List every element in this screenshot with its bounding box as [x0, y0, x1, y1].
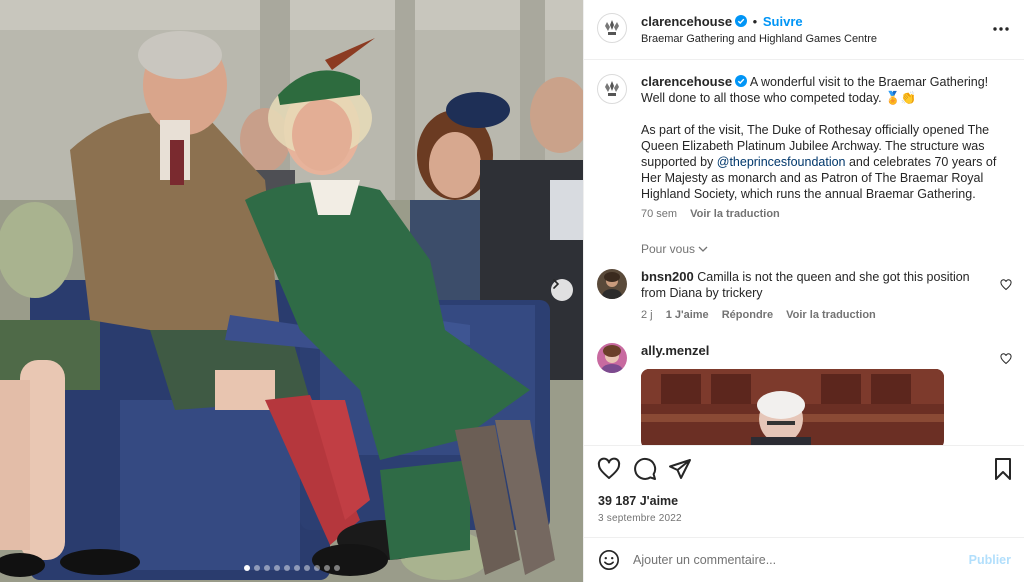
comment-body: ally.menzel: [641, 343, 981, 359]
reply-button[interactable]: Répondre: [722, 309, 773, 321]
carousel-dot[interactable]: [273, 565, 280, 571]
heart-icon[interactable]: [1000, 279, 1012, 291]
avatar-image: [597, 269, 627, 299]
avatar[interactable]: [597, 269, 627, 299]
carousel-dot[interactable]: [333, 565, 340, 571]
caption-translate-button[interactable]: Voir la traduction: [690, 208, 780, 220]
caption-avatar[interactable]: [597, 74, 627, 104]
post-side-panel: clarencehouse • Suivre Braemar Gathering…: [583, 0, 1024, 582]
photo-illustration: [0, 0, 583, 582]
carousel-dot[interactable]: [243, 565, 250, 571]
caption-age: 70 sem: [641, 208, 678, 220]
comment-body: bnsn200 Camilla is not the queen and she…: [641, 269, 981, 323]
avatar-image: [597, 343, 627, 373]
comment-username[interactable]: bnsn200: [641, 269, 694, 284]
follow-button[interactable]: Suivre: [763, 14, 803, 29]
crest-icon: [605, 20, 619, 35]
post-actions: 39 187 J'aime 3 septembre 2022: [584, 445, 1024, 537]
comments-area[interactable]: clarencehouse A wonderful visit to the B…: [584, 61, 1024, 445]
comment-likes[interactable]: 1 J'aime: [666, 309, 709, 321]
chevron-down-icon: [698, 246, 708, 252]
comment-username[interactable]: ally.menzel: [641, 343, 709, 358]
comment-age: 2 j: [641, 309, 653, 321]
carousel-dots: [0, 565, 583, 571]
comment-input[interactable]: [633, 548, 953, 572]
chevron-right-icon: [553, 279, 560, 289]
comment-item: bnsn200 Camilla is not the queen and she…: [597, 269, 1012, 329]
comment-image-illustration: [641, 369, 944, 445]
comment-item: ally.menzel: [597, 343, 1012, 445]
verified-icon: [735, 75, 748, 87]
more-icon[interactable]: [991, 19, 1011, 39]
caption-meta: 70 sem Voir la traduction: [641, 206, 1011, 222]
post-date: 3 septembre 2022: [598, 513, 682, 524]
heart-icon[interactable]: [597, 457, 621, 481]
username-link[interactable]: clarencehouse: [641, 14, 732, 29]
bookmark-icon[interactable]: [991, 457, 1015, 481]
separator-dot: •: [752, 14, 758, 29]
publish-button[interactable]: Publier: [969, 553, 1011, 567]
emoji-icon[interactable]: [598, 549, 620, 571]
share-icon[interactable]: [668, 457, 692, 481]
comment-translate-button[interactable]: Voir la traduction: [786, 309, 876, 321]
heart-icon[interactable]: [1000, 353, 1012, 365]
carousel-dot[interactable]: [293, 565, 300, 571]
post-photo[interactable]: [0, 0, 583, 582]
carousel-dot[interactable]: [283, 565, 290, 571]
comment-image[interactable]: [641, 369, 944, 445]
likes-count[interactable]: 39 187 J'aime: [598, 494, 678, 508]
post-header: clarencehouse • Suivre Braemar Gathering…: [584, 0, 1024, 60]
comment-icon[interactable]: [633, 457, 657, 481]
comment-meta: 2 j 1 J'aime Répondre Voir la traduction: [641, 307, 981, 323]
avatar[interactable]: [597, 13, 627, 43]
header-title-line: clarencehouse • Suivre: [641, 14, 803, 29]
next-photo-button[interactable]: [551, 279, 573, 301]
carousel-dot[interactable]: [323, 565, 330, 571]
crest-icon: [605, 81, 619, 96]
post-caption: clarencehouse A wonderful visit to the B…: [641, 74, 1011, 222]
caption-username[interactable]: clarencehouse: [641, 74, 732, 89]
carousel-dot[interactable]: [303, 565, 310, 571]
verified-icon: [735, 15, 748, 27]
carousel-dot[interactable]: [313, 565, 320, 571]
for-you-toggle[interactable]: Pour vous: [641, 242, 708, 256]
carousel-dot[interactable]: [263, 565, 270, 571]
carousel-dot[interactable]: [253, 565, 260, 571]
for-you-label: Pour vous: [641, 242, 696, 256]
location-link[interactable]: Braemar Gathering and Highland Games Cen…: [641, 33, 877, 45]
mention-link[interactable]: @theprincesfoundation: [717, 155, 846, 169]
avatar[interactable]: [597, 343, 627, 373]
comment-composer: Publier: [584, 537, 1024, 582]
